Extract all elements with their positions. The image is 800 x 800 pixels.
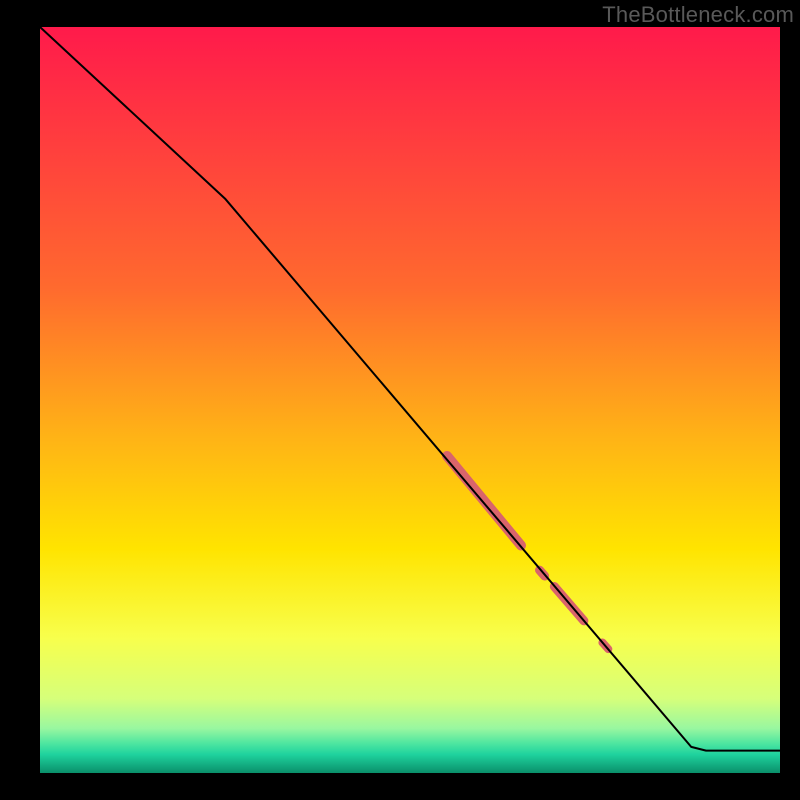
chart-svg — [0, 0, 800, 800]
watermark-label: TheBottleneck.com — [602, 2, 794, 28]
gradient-background — [40, 27, 780, 773]
chart-root: TheBottleneck.com — [0, 0, 800, 800]
